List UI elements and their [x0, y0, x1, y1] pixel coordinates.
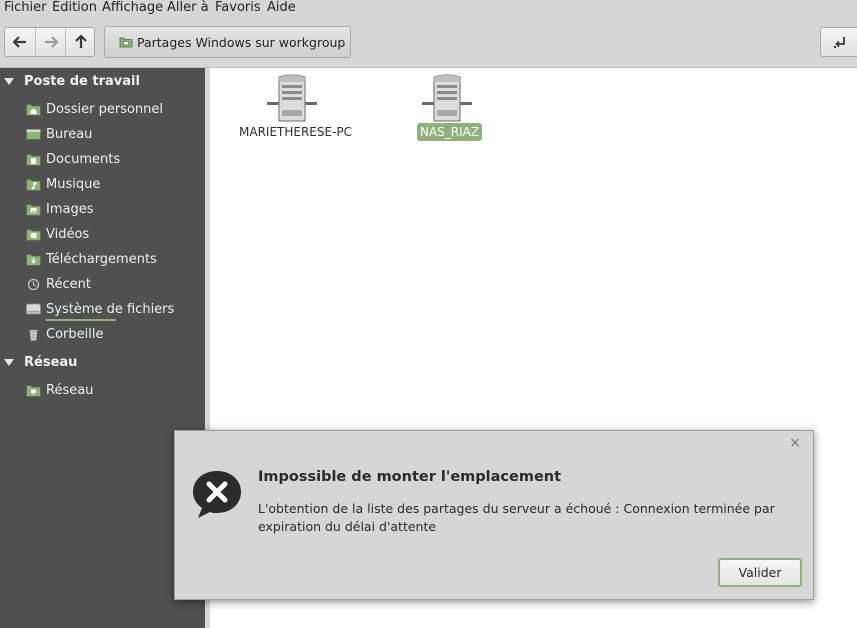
valider-button[interactable]: Valider	[718, 558, 802, 587]
sidebar-item-dossier-personnel[interactable]: Dossier personnel	[0, 99, 205, 121]
expander-down-icon	[4, 78, 14, 85]
location-label: Partages Windows sur workgroup	[137, 34, 346, 50]
sidebar-section-reseau[interactable]: Réseau	[0, 352, 205, 374]
arrow-left-icon	[13, 36, 26, 48]
music-folder-icon	[26, 179, 41, 191]
downloads-folder-icon	[26, 254, 41, 266]
error-dialog: × Impossible de monter l'emplacement L'o…	[174, 430, 814, 600]
toolbar: Partages Windows sur workgroup	[0, 18, 857, 68]
arrow-up-icon	[75, 35, 87, 48]
file-label-nas-riaz[interactable]: NAS_RIAZ	[417, 123, 483, 141]
recent-icon	[27, 278, 40, 291]
menu-affichage[interactable]: Affichage	[102, 0, 163, 18]
network-icon	[26, 385, 41, 397]
menu-aide[interactable]: Aide	[267, 0, 296, 18]
sidebar-item-videos[interactable]: Vidéos	[0, 224, 205, 246]
file-item-mariethérèse-pc[interactable]	[267, 74, 317, 128]
trash-icon	[29, 330, 38, 341]
sidebar-item-systeme-de-fichiers[interactable]: Système de fichiers	[0, 299, 205, 321]
desktop-icon	[26, 129, 41, 140]
up-button[interactable]	[65, 28, 94, 56]
sidebar-item-bureau[interactable]: Bureau	[0, 124, 205, 146]
arrow-right-icon	[45, 36, 58, 48]
sidebar-item-images[interactable]: Images	[0, 199, 205, 221]
drive-icon	[26, 303, 41, 315]
menu-edition[interactable]: Édition	[52, 0, 97, 18]
file-item-nas-riaz[interactable]	[422, 74, 472, 128]
close-icon[interactable]: ×	[789, 435, 801, 451]
sidebar-item-musique[interactable]: Musique	[0, 174, 205, 196]
sidebar-item-reseau[interactable]: Réseau	[0, 380, 205, 402]
dialog-title: Impossible de monter l'emplacement	[258, 469, 562, 485]
sidebar-item-documents[interactable]: Documents	[0, 149, 205, 171]
toggle-location-entry-button[interactable]	[820, 27, 857, 57]
sidebar-item-telechargements[interactable]: Téléchargements	[0, 249, 205, 271]
disk-usage-bar	[46, 319, 116, 321]
dialog-message: L'obtention de la liste des partages du …	[258, 501, 775, 534]
menu-fichier[interactable]: Fichier	[4, 0, 47, 18]
sidebar-item-corbeille[interactable]: Corbeille	[0, 324, 205, 346]
sidebar-section-poste-de-travail[interactable]: Poste de travail	[0, 71, 205, 93]
menu-bar: Fichier Édition Affichage Aller à Favori…	[0, 0, 857, 18]
expander-down-icon	[4, 359, 14, 366]
forward-button[interactable]	[35, 28, 66, 56]
back-button[interactable]	[5, 28, 35, 56]
file-label-mariethérèse-pc[interactable]: MARIETHERESE-PC	[239, 125, 352, 139]
error-icon	[193, 471, 241, 518]
server-icon	[267, 74, 317, 122]
location-breadcrumb-button[interactable]: Partages Windows sur workgroup	[104, 26, 351, 58]
pictures-folder-icon	[26, 204, 41, 216]
network-folder-icon	[119, 37, 133, 48]
videos-folder-icon	[26, 229, 41, 241]
documents-folder-icon	[26, 154, 41, 166]
home-folder-icon	[26, 104, 41, 116]
menu-aller-a[interactable]: Aller à	[167, 0, 209, 18]
location-entry-toggle-icon	[834, 37, 845, 48]
server-icon	[422, 74, 472, 122]
sidebar-item-recent[interactable]: Récent	[0, 274, 205, 296]
menu-favoris[interactable]: Favoris	[215, 0, 261, 18]
navigation-buttons	[4, 27, 95, 57]
